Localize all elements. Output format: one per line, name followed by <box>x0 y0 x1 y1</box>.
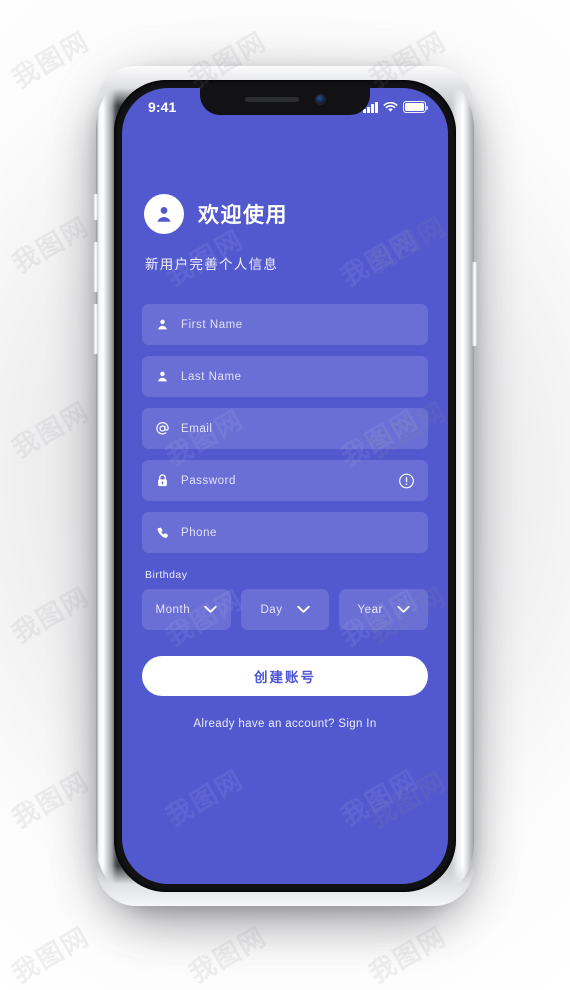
phone-icon <box>155 526 170 540</box>
battery-fill <box>405 103 424 111</box>
birthday-month-value: Month <box>155 603 191 616</box>
birthday-row: Month Day Year <box>142 589 429 630</box>
last-name-field[interactable]: Last Name <box>142 356 428 397</box>
phone-field[interactable]: Phone <box>142 512 428 553</box>
status-icon-group <box>363 101 428 113</box>
phone-screen: 9:41 欢迎使用 新用户完善个人信息 First Name Last Name… <box>122 88 448 884</box>
page-subtitle: 新用户完善个人信息 <box>145 257 279 272</box>
lock-icon <box>155 473 170 488</box>
exclamation-circle-icon[interactable] <box>398 472 415 489</box>
chevron-down-icon <box>397 605 410 614</box>
chevron-down-icon <box>296 605 310 614</box>
silent-switch-button[interactable] <box>93 194 98 220</box>
birthday-year-value: Year <box>357 603 383 616</box>
status-time: 9:41 <box>148 99 177 115</box>
birthday-year-select[interactable]: Year <box>339 589 429 630</box>
person-icon <box>155 370 170 383</box>
birthday-day-select[interactable]: Day <box>240 589 330 630</box>
screen-notch <box>200 88 370 115</box>
earpiece-speaker-icon <box>245 96 299 102</box>
email-placeholder: Email <box>181 422 213 435</box>
phone-placeholder: Phone <box>181 526 218 539</box>
first-name-field[interactable]: First Name <box>142 304 428 345</box>
birthday-day-value: Day <box>260 603 283 616</box>
battery-icon <box>403 101 428 113</box>
last-name-placeholder: Last Name <box>181 370 242 383</box>
signin-prompt-link[interactable]: Already have an account? Sign In <box>142 718 428 730</box>
birthday-label: Birthday <box>145 569 188 581</box>
header-row: 欢迎使用 <box>142 194 428 234</box>
signup-screen: 欢迎使用 新用户完善个人信息 First Name Last Name Emai… <box>122 88 448 884</box>
password-field[interactable]: Password <box>142 460 428 501</box>
wifi-icon <box>383 101 398 113</box>
front-camera-icon <box>316 94 325 104</box>
create-account-button[interactable]: 创建账号 <box>142 656 428 696</box>
password-placeholder: Password <box>181 474 236 487</box>
volume-up-button[interactable] <box>93 242 98 292</box>
user-avatar-icon <box>144 194 184 234</box>
email-field[interactable]: Email <box>142 408 428 449</box>
page-title: 欢迎使用 <box>198 204 288 227</box>
power-button[interactable] <box>472 262 477 346</box>
volume-down-button[interactable] <box>93 304 98 354</box>
birthday-month-select[interactable]: Month <box>142 589 231 630</box>
phone-device-frame: 9:41 欢迎使用 新用户完善个人信息 First Name Last Name… <box>93 66 477 906</box>
chevron-down-icon <box>204 605 217 614</box>
signup-form: First Name Last Name Email Password Phon… <box>142 304 428 553</box>
first-name-placeholder: First Name <box>181 318 243 331</box>
at-sign-icon <box>155 421 170 436</box>
person-icon <box>155 318 170 331</box>
